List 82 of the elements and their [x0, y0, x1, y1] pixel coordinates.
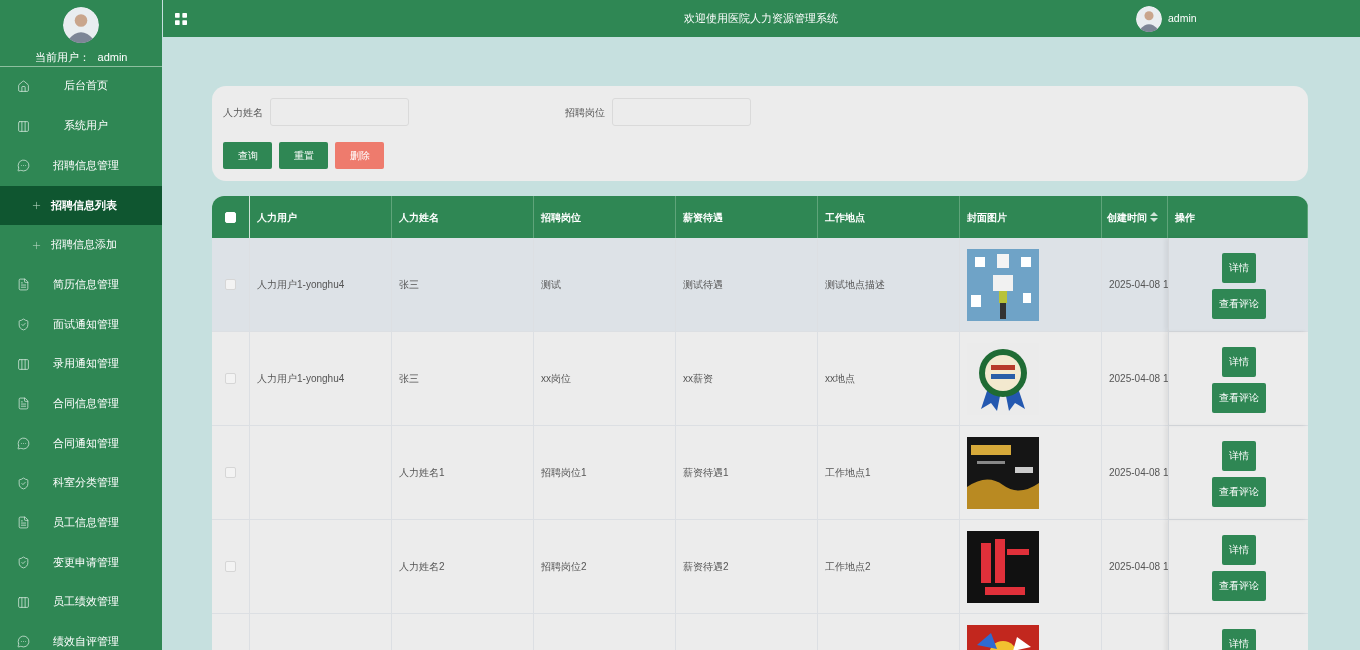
menu-item[interactable]: 简历信息管理 [0, 264, 162, 305]
submenu-item[interactable]: 招聘信息添加 [0, 225, 162, 265]
action-button[interactable]: 重置 [279, 142, 328, 169]
checkbox[interactable] [225, 373, 236, 384]
user-name: admin [97, 50, 128, 65]
detail-button[interactable]: 详情 [1221, 441, 1256, 471]
plus-icon [31, 199, 42, 211]
checkbox[interactable] [225, 467, 236, 478]
detail-button[interactable]: 详情 [1221, 535, 1256, 565]
user-name: admin [1168, 10, 1197, 26]
table-cell-text: xx薪资 [683, 372, 713, 386]
delete-button[interactable]: 删除 [335, 142, 384, 169]
menu-item[interactable]: 绩效自评管理 [0, 622, 162, 650]
field-label: 人力姓名 [223, 105, 263, 120]
menu-icon [17, 79, 30, 93]
table-cell-text: 2025-04-08 1 [1109, 372, 1169, 386]
table-row[interactable]: 人力姓名1 招聘岗位1 薪资待遇1 工作地点1 2025-04-08 1 详情 查看评论 [212, 426, 1308, 520]
field-label: 招聘岗位 [565, 105, 605, 120]
checkbox[interactable] [225, 279, 236, 290]
menu-item[interactable]: 科室分类管理 [0, 463, 162, 504]
comments-button[interactable]: 查看评论 [1211, 383, 1266, 413]
menu-icon [17, 476, 30, 490]
menu-item[interactable]: 系统用户 [0, 106, 162, 146]
menu-icon [17, 119, 30, 133]
menu-item[interactable]: 面试通知管理 [0, 304, 162, 345]
menu-item[interactable]: 合同通知管理 [0, 423, 162, 464]
table-cell-text: 工作地点1 [825, 466, 871, 480]
plus-icon [31, 239, 42, 251]
table-cell-text: 2025-04-08 1 [1109, 560, 1169, 574]
table-cell-text: 测试 [541, 278, 561, 292]
menu-icon [17, 397, 30, 411]
table-cell-text: 人力姓名2 [399, 560, 445, 574]
table-cell-text: 张三 [399, 372, 419, 386]
grid-icon[interactable] [173, 10, 189, 27]
table-cell-text: 人力用户1-yonghu4 [257, 278, 345, 292]
table-cell-text: xx地点 [825, 372, 855, 386]
table-cell-text: 招聘岗位1 [541, 466, 587, 480]
avatar [1136, 5, 1162, 32]
table-cell-text: 2025-04-08 1 [1109, 278, 1169, 292]
user-label: 当前用户： [34, 50, 90, 65]
table-row[interactable]: 人力用户1-yonghu4 张三 测试 测试待遇 测试地点描述 2025-04-08 1 详情 查看评论 [212, 238, 1308, 332]
page-title: 欢迎使用医院人力资源管理系统 [684, 11, 839, 27]
table-cell-text: 测试待遇 [683, 278, 723, 292]
table-cell-text: 2025-04-08 1 [1109, 466, 1169, 480]
table-cell-text: 测试地点描述 [825, 278, 885, 292]
menu-icon [17, 635, 30, 649]
sort-icon[interactable] [1150, 212, 1158, 222]
table-cell-text: 薪资待遇2 [683, 560, 729, 574]
menu-item[interactable]: 员工绩效管理 [0, 582, 162, 623]
menu-icon [17, 278, 30, 292]
menu-item[interactable]: 录用通知管理 [0, 344, 162, 384]
checkbox[interactable] [225, 561, 236, 572]
menu-item[interactable]: 合同信息管理 [0, 384, 162, 424]
table-cell-text: 工作地点2 [825, 560, 871, 574]
table-cell-text: 人力用户1-yonghu4 [257, 372, 345, 386]
comments-button[interactable]: 查看评论 [1211, 289, 1266, 319]
menu-icon [17, 357, 30, 371]
table-cell-text: xx岗位 [541, 372, 571, 386]
submenu-item[interactable]: 招聘信息列表 [0, 185, 162, 226]
table-row[interactable]: 人力用户1-yonghu4 张三 xx岗位 xx薪资 xx地点 2025-04-08 1 详情 查看评论 [212, 332, 1308, 426]
menu-icon [17, 556, 30, 570]
menu-icon [17, 516, 30, 530]
table-cell-text: 张三 [399, 278, 419, 292]
detail-button[interactable]: 详情 [1221, 629, 1256, 650]
action-button[interactable]: 查询 [223, 142, 272, 169]
menu-icon [17, 595, 30, 609]
table-cell-text: 薪资待遇1 [683, 466, 729, 480]
menu-item[interactable]: 招聘信息管理 [0, 145, 162, 186]
comments-button[interactable]: 查看评论 [1211, 571, 1266, 601]
table-row[interactable]: 人力姓名2 招聘岗位2 薪资待遇2 工作地点2 2025-04-08 1 详情 查看评论 [212, 520, 1308, 614]
menu-item[interactable]: 员工信息管理 [0, 503, 162, 543]
menu-icon [17, 317, 30, 331]
comments-button[interactable]: 查看评论 [1211, 477, 1266, 507]
menu-icon [17, 437, 30, 451]
avatar [63, 7, 99, 43]
menu-icon [17, 159, 30, 173]
detail-button[interactable]: 详情 [1221, 253, 1256, 283]
table-cell-text: 人力姓名1 [399, 466, 445, 480]
menu-item[interactable]: 后台首页 [0, 66, 162, 107]
detail-button[interactable]: 详情 [1221, 347, 1256, 377]
menu-item[interactable]: 变更申请管理 [0, 542, 162, 583]
table-cell-text: 招聘岗位2 [541, 560, 587, 574]
